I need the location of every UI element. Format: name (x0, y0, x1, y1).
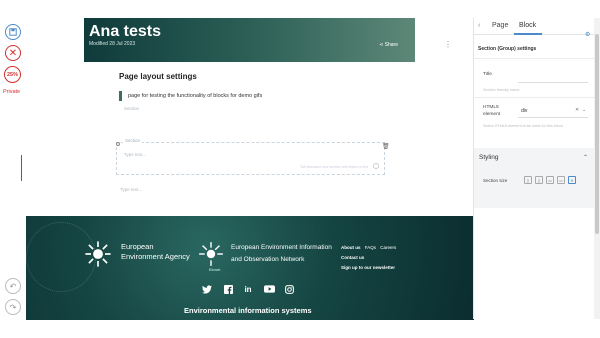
eea-logo[interactable] (84, 240, 112, 268)
quote-bar (119, 91, 122, 101)
gear-icon[interactable]: ⚙ (585, 31, 590, 38)
section-sublabel: Section (124, 106, 140, 111)
careers-link[interactable]: Careers (380, 245, 396, 250)
site-footer: European Environment Agency Eionet Europ… (26, 216, 474, 320)
close-icon[interactable]: ✕ (5, 45, 21, 61)
eea-name: European Environment Agency (121, 242, 190, 261)
eionet-logo[interactable] (197, 240, 225, 268)
chevron-left-icon[interactable]: ‹ (478, 22, 480, 29)
title-help: Section friendly name (483, 88, 520, 92)
divider (474, 97, 595, 98)
size-reset-icon[interactable]: ✕ (568, 176, 576, 184)
progress-badge: 25% (4, 66, 21, 83)
block-handle[interactable] (116, 142, 120, 146)
clear-icon[interactable]: ✕ (575, 107, 579, 113)
size-medium-icon[interactable]: ▯ (535, 176, 543, 184)
html5-select-underline (518, 117, 588, 118)
html5-select[interactable]: div (521, 108, 527, 114)
faqs-link[interactable]: FAQs (365, 245, 376, 250)
redo-icon[interactable]: ↷ (5, 299, 21, 315)
save-icon[interactable] (5, 24, 21, 40)
html5-label-line2: element (483, 112, 501, 117)
modified-date: Modified 28 Jul 2023 (89, 41, 136, 47)
tab-block[interactable]: Block (519, 22, 536, 29)
html5-label: HTML5 element (483, 104, 500, 118)
divider (474, 58, 595, 59)
visibility-label[interactable]: Private (3, 89, 20, 95)
active-indicator (21, 155, 22, 181)
add-block-icon[interactable] (373, 163, 379, 169)
content-heading[interactable]: Page layout settings (119, 72, 197, 81)
share-button[interactable]: ⋖ Share (379, 42, 398, 48)
footer-links: About us FAQs Careers Contact us Sign up… (341, 243, 399, 273)
newsletter-link[interactable]: Sign up to our newsletter (341, 265, 395, 270)
title-input[interactable] (518, 82, 588, 83)
section-hint: Tab thousand new section with styles: to… (300, 165, 369, 169)
sidebar-heading: Section (Group) settings (478, 46, 537, 52)
section-block-label: Section (123, 138, 143, 143)
page-root: ✕ 25% Private ↶ ↷ Ana tests Modified 28 … (0, 0, 600, 338)
html5-help: Select HTML5 element to be used for this… (483, 124, 563, 128)
instagram-icon[interactable] (284, 284, 294, 294)
size-wide-icon[interactable]: ▭ (546, 176, 554, 184)
eionet-wordmark: Eionet (209, 267, 221, 272)
text-placeholder[interactable]: Type text… (120, 187, 143, 192)
size-narrow-icon[interactable]: ▯ (524, 176, 532, 184)
trash-icon[interactable]: 🗑 (382, 143, 390, 150)
facebook-icon[interactable] (223, 284, 233, 294)
sidebar-tabs: ‹ Page Block (474, 18, 595, 35)
left-toolbar: ✕ 25% Private ↶ ↷ (0, 0, 26, 338)
page-header-hero: Ana tests Modified 28 Jul 2023 ⋖ Share (84, 18, 415, 62)
quote-text[interactable]: page for testing the functionality of bl… (128, 93, 262, 99)
undo-icon[interactable]: ↶ (5, 278, 21, 294)
styling-title[interactable]: Styling (479, 154, 499, 161)
section-placeholder[interactable]: Type text… (124, 152, 147, 157)
contact-link[interactable]: Contact us (341, 255, 364, 260)
youtube-icon[interactable] (263, 284, 275, 294)
eionet-name: European Environment Information and Obs… (231, 244, 332, 263)
twitter-icon[interactable] (202, 284, 212, 294)
more-options-icon[interactable]: ⋮ (444, 40, 452, 49)
tab-page[interactable]: Page (492, 22, 508, 29)
share-label: Share (384, 42, 398, 48)
styling-panel: Styling ⌃ Section size ▯ ▯ ▭ ▭ ✕ (474, 148, 595, 208)
active-tab-indicator (514, 33, 542, 35)
section-block[interactable] (116, 142, 385, 175)
size-full-icon[interactable]: ▭ (557, 176, 565, 184)
footer-heading: Environmental information systems (184, 306, 312, 315)
chevron-down-icon[interactable]: ⌄ (582, 107, 586, 113)
chevron-up-icon[interactable]: ⌃ (583, 154, 588, 161)
scrollbar-thumb[interactable] (595, 34, 599, 234)
section-size-label: Section size (483, 178, 508, 183)
html5-label-line1: HTML5 (483, 105, 499, 110)
page-title[interactable]: Ana tests (89, 23, 161, 41)
settings-sidebar: ‹ Page Block ⚙ Section (Group) settings … (473, 18, 595, 319)
linkedin-icon[interactable]: in (243, 284, 253, 294)
title-label: Title (483, 72, 492, 77)
about-link[interactable]: About us (341, 245, 361, 250)
